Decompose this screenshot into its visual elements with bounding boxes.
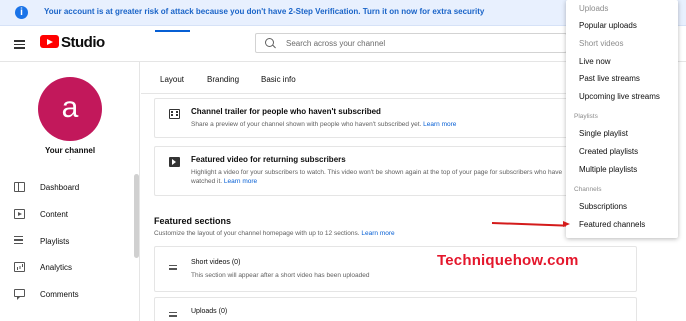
analytics-icon	[14, 262, 25, 272]
menu-item-featured-channels[interactable]: Featured channels	[579, 220, 645, 229]
channel-label: Your channel	[44, 146, 96, 155]
card-description: Share a preview of your channel shown wi…	[191, 120, 571, 129]
menu-item-live-now[interactable]: Live now	[579, 57, 611, 66]
studio-logo-text[interactable]: Studio	[61, 34, 105, 51]
channel-trailer-card[interactable]: Channel trailer for people who haven't s…	[154, 98, 579, 138]
section-row-uploads[interactable]: Uploads (0)	[154, 297, 637, 321]
section-row-title: Short videos (0)	[191, 259, 241, 266]
tab-basic-info[interactable]: Basic info	[261, 75, 296, 84]
annotation-arrow-line	[491, 222, 566, 227]
sidebar-scrollbar[interactable]	[134, 174, 139, 258]
menu-item-multiple-playlists[interactable]: Multiple playlists	[579, 165, 637, 174]
search-input[interactable]: Search across your channel	[255, 33, 567, 53]
sidebar-item-dashboard[interactable]: Dashboard	[0, 178, 132, 198]
channel-subtitle: -	[69, 157, 71, 163]
card-title: Featured video for returning subscribers	[191, 155, 346, 164]
security-alert-text[interactable]: Your account is at greater risk of attac…	[44, 7, 484, 16]
sidebar-item-label: Content	[40, 210, 69, 219]
section-type-dropdown-menu: Uploads Popular uploads Short videos Liv…	[566, 0, 678, 238]
sidebar-item-label: Dashboard	[40, 183, 80, 192]
menu-icon[interactable]	[14, 40, 25, 49]
annotation-arrow-head	[563, 221, 570, 227]
card-title: Channel trailer for people who haven't s…	[191, 107, 381, 116]
sidebar: a Your channel - Dashboard Content Playl…	[0, 62, 140, 321]
film-icon	[169, 109, 180, 119]
sidebar-item-label: Analytics	[40, 263, 73, 272]
tab-branding[interactable]: Branding	[207, 75, 239, 84]
drag-handle-icon[interactable]	[169, 312, 177, 319]
menu-item-short-videos: Short videos	[579, 39, 624, 48]
section-row-description: This section will appear after a short v…	[191, 272, 370, 279]
search-placeholder: Search across your channel	[286, 39, 386, 48]
menu-item-past-live-streams[interactable]: Past live streams	[579, 74, 640, 83]
featured-sections-text: Customize the layout of your channel hom…	[154, 230, 360, 237]
menu-item-upcoming-live-streams[interactable]: Upcoming live streams	[579, 92, 660, 101]
comments-icon	[14, 289, 25, 300]
menu-item-subscriptions[interactable]: Subscriptions	[579, 202, 627, 211]
studio-customization-page: i Your account is at greater risk of att…	[0, 0, 686, 321]
sidebar-item-label: Playlists	[40, 237, 70, 246]
card-description-text: Share a preview of your channel shown wi…	[191, 121, 422, 128]
menu-item-popular-uploads[interactable]: Popular uploads	[579, 21, 637, 30]
drag-handle-icon[interactable]	[169, 265, 177, 272]
featured-video-icon	[169, 157, 180, 167]
featured-sections-title: Featured sections	[154, 216, 232, 226]
menu-group-channels: Channels	[574, 186, 602, 193]
sidebar-item-content[interactable]: Content	[0, 205, 132, 225]
learn-more-link[interactable]: Learn more	[423, 121, 456, 128]
menu-item-created-playlists[interactable]: Created playlists	[579, 147, 638, 156]
learn-more-link[interactable]: Learn more	[224, 178, 257, 185]
menu-item-uploads: Uploads	[579, 4, 609, 13]
watermark-logo: Techniquehow.com	[437, 252, 579, 269]
dashboard-icon	[14, 182, 25, 192]
tab-layout[interactable]: Layout	[160, 75, 184, 84]
sidebar-item-comments[interactable]: Comments	[0, 285, 132, 305]
menu-group-playlists: Playlists	[574, 113, 598, 120]
youtube-logo-icon[interactable]	[40, 35, 59, 48]
featured-sections-description: Customize the layout of your channel hom…	[154, 230, 395, 237]
featured-video-card[interactable]: Featured video for returning subscribers…	[154, 146, 579, 196]
card-description: Highlight a video for your subscribers t…	[191, 168, 571, 187]
content-icon	[14, 209, 25, 219]
info-icon: i	[15, 6, 28, 19]
sidebar-item-label: Comments	[40, 290, 79, 299]
customization-tabs: Layout Branding Basic info	[141, 62, 601, 94]
learn-more-link[interactable]: Learn more	[361, 230, 394, 237]
search-icon	[265, 38, 274, 47]
active-tab-indicator	[155, 30, 190, 32]
sidebar-item-analytics[interactable]: Analytics	[0, 258, 132, 278]
menu-item-single-playlist[interactable]: Single playlist	[579, 129, 628, 138]
avatar[interactable]: a	[38, 77, 102, 141]
section-row-title: Uploads (0)	[191, 308, 228, 315]
playlists-icon	[14, 236, 25, 246]
sidebar-item-playlists[interactable]: Playlists	[0, 232, 132, 252]
